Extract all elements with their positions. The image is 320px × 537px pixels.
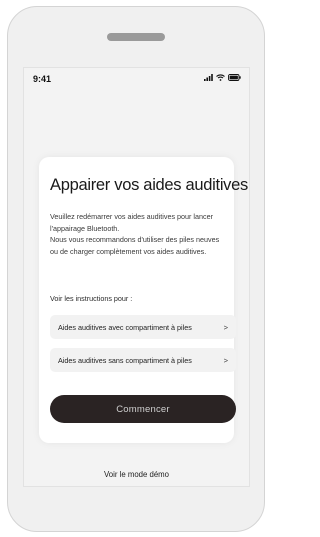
option-with-battery-compartment[interactable]: Aides auditives avec compartiment à pile…: [50, 315, 236, 339]
chevron-right-icon: >: [223, 355, 228, 365]
wifi-icon: [216, 74, 225, 81]
signal-icon: [204, 74, 213, 81]
phone-speaker: [107, 33, 165, 41]
body-paragraph-restart: Veuillez redémarrer vos aides auditives …: [50, 212, 213, 233]
instructions-label: Voir les instructions pour :: [50, 294, 133, 303]
body-paragraph-batteries: Nous vous recommandons d'utiliser des pi…: [50, 235, 220, 256]
chevron-right-icon: >: [223, 322, 228, 332]
status-icons: [204, 74, 241, 81]
card-title: Appairer vos aides auditives: [50, 176, 248, 194]
start-button[interactable]: Commencer: [50, 395, 236, 423]
status-time: 9:41: [33, 74, 52, 84]
pairing-card: Appairer vos aides auditives Veuillez re…: [39, 157, 248, 443]
phone-screen: 9:41 Appairer vos aides auditives Veuill…: [23, 67, 250, 487]
card-body: Veuillez redémarrer vos aides auditives …: [50, 211, 228, 257]
option-without-battery-compartment[interactable]: Aides auditives sans compartiment à pile…: [50, 348, 236, 372]
battery-icon: [228, 74, 241, 81]
option-label: Aides auditives sans compartiment à pile…: [58, 355, 192, 365]
option-label: Aides auditives avec compartiment à pile…: [58, 322, 192, 332]
status-bar: 9:41: [24, 68, 249, 90]
demo-mode-link[interactable]: Voir le mode démo: [24, 470, 249, 479]
